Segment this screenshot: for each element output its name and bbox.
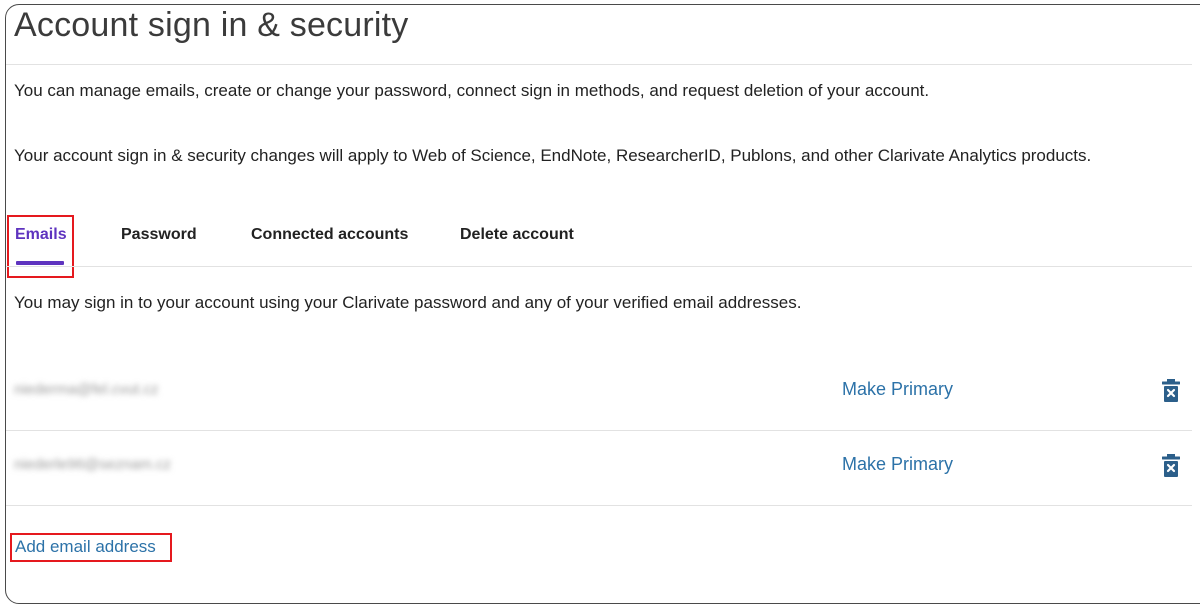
title-divider xyxy=(6,64,1192,65)
make-primary-link[interactable]: Make Primary xyxy=(842,454,953,475)
email-row: niederle96@seznam.cz Make Primary xyxy=(6,430,1200,506)
tab-delete-account[interactable]: Delete account xyxy=(460,226,574,244)
emails-description: You may sign in to your account using yo… xyxy=(14,293,802,312)
tab-password[interactable]: Password xyxy=(121,226,197,244)
add-email-highlight xyxy=(10,533,172,562)
email-address: niederma@fel.cvut.cz xyxy=(14,381,159,398)
email-list-divider xyxy=(6,505,1192,506)
scope-text: Your account sign in & security changes … xyxy=(14,146,1092,165)
trash-icon[interactable] xyxy=(1161,454,1181,478)
emails-tab-highlight xyxy=(7,215,74,278)
page-title: Account sign in & security xyxy=(14,6,409,44)
trash-icon[interactable] xyxy=(1161,379,1181,403)
make-primary-link[interactable]: Make Primary xyxy=(842,379,953,400)
email-row: niederma@fel.cvut.cz Make Primary xyxy=(6,355,1200,431)
intro-text: You can manage emails, create or change … xyxy=(14,81,930,100)
tabs-divider xyxy=(6,266,1192,267)
email-address: niederle96@seznam.cz xyxy=(14,456,171,473)
tab-connected-accounts[interactable]: Connected accounts xyxy=(251,226,408,244)
